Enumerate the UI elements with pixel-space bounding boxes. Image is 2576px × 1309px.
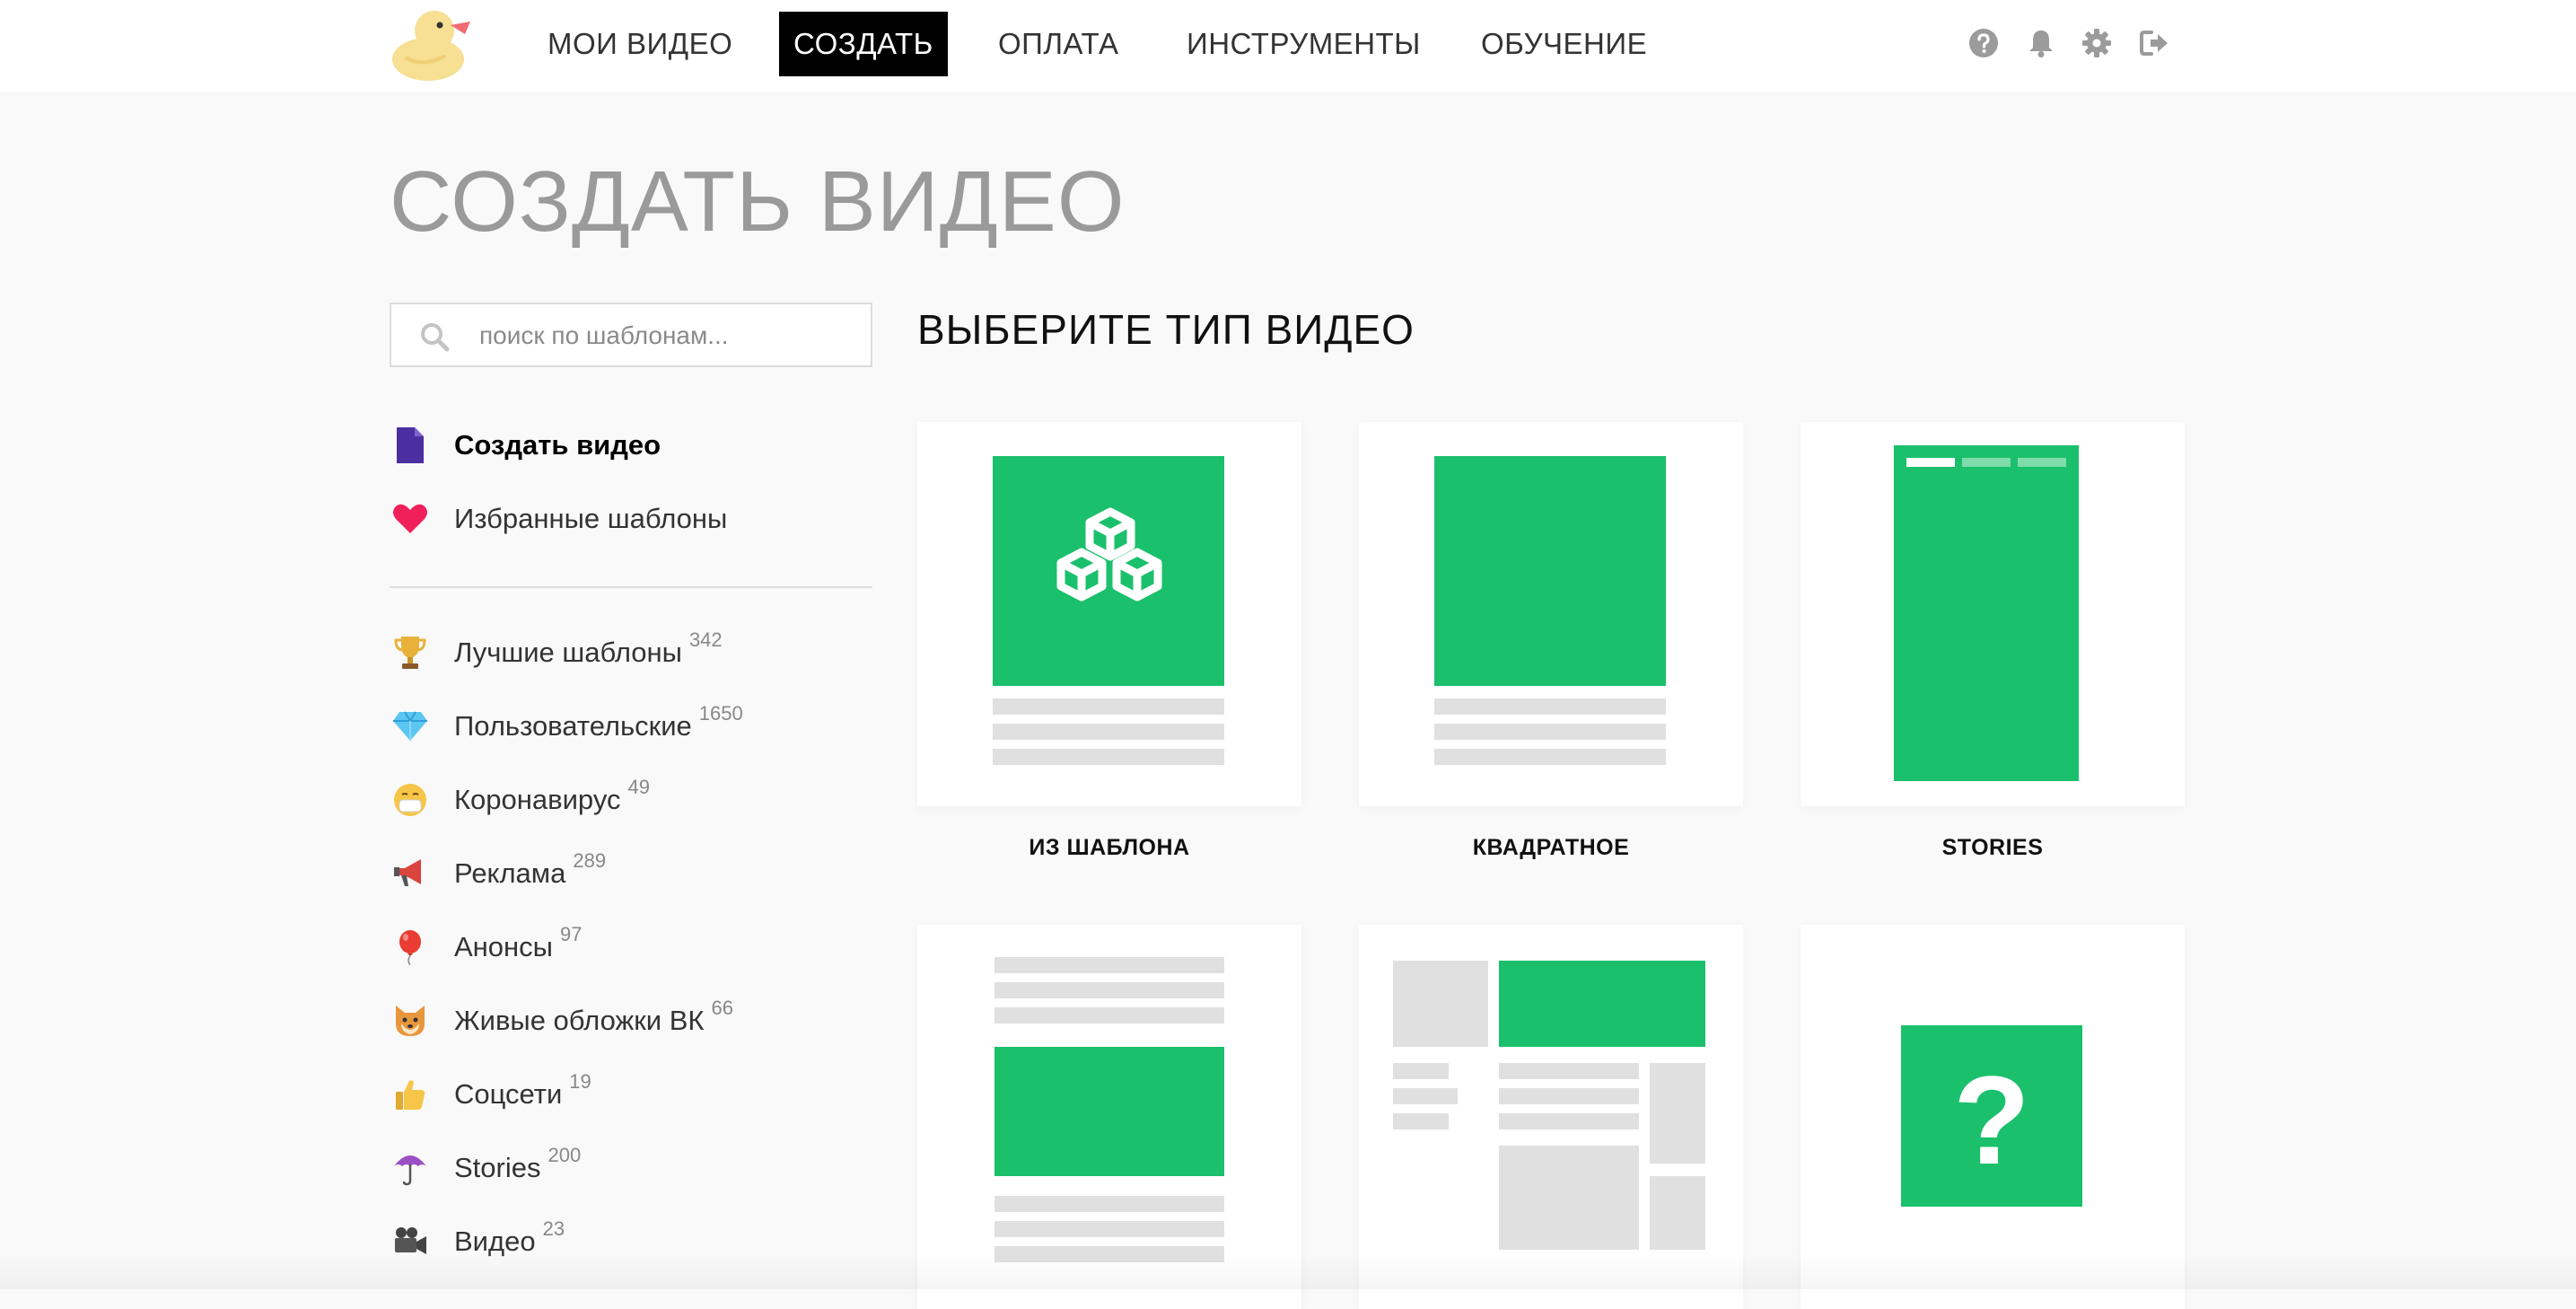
- category-stories[interactable]: Stories 200: [390, 1141, 581, 1195]
- stories-card-illustration: [1894, 445, 2079, 781]
- category-count: 200: [548, 1144, 582, 1166]
- nav-my-videos[interactable]: МОИ ВИДЕО: [548, 12, 732, 76]
- category-count: 23: [542, 1217, 565, 1240]
- top-navbar: МОИ ВИДЕО СОЗДАТЬ ОПЛАТА ИНСТРУМЕНТЫ ОБУ…: [0, 0, 2576, 92]
- section-title: ВЫБЕРИТЕ ТИП ВИДЕО: [917, 306, 1415, 353]
- page-title: СОЗДАТЬ ВИДЕО: [390, 154, 1126, 250]
- video-type-card-stories[interactable]: [1801, 422, 2185, 806]
- diamond-icon: [390, 706, 431, 747]
- mask-face-icon: [390, 779, 431, 821]
- search-input[interactable]: [478, 304, 858, 367]
- gear-icon[interactable]: [2081, 27, 2113, 59]
- card-label-template: ИЗ ШАБЛОНА: [1029, 835, 1190, 860]
- nav-tools[interactable]: ИНСТРУМЕНТЫ: [1187, 12, 1421, 76]
- bell-icon[interactable]: [2025, 27, 2057, 59]
- category-label: Пользовательские: [454, 710, 692, 742]
- document-icon: [390, 425, 431, 466]
- search-icon: [421, 323, 450, 352]
- question-card-illustration: ?: [1901, 1025, 2082, 1207]
- category-count: 66: [711, 997, 733, 1019]
- category-best-templates[interactable]: Лучшие шаблоны 342: [390, 626, 723, 680]
- category-advertising[interactable]: Реклама 289: [390, 847, 606, 900]
- category-label: Реклама: [454, 857, 566, 889]
- category-label: Анонсы: [454, 931, 553, 962]
- category-label: Лучшие шаблоны: [454, 637, 682, 668]
- horizontal-card-illustration: [994, 957, 1224, 1262]
- category-count: 1650: [698, 702, 743, 725]
- category-label: Живые обложки ВК: [454, 1005, 705, 1036]
- category-label: Stories: [454, 1152, 541, 1183]
- heart-icon: [390, 498, 431, 540]
- category-announcements[interactable]: Анонсы 97: [390, 920, 582, 974]
- video-type-card-template[interactable]: [917, 422, 1301, 806]
- bottom-shadow: [0, 1253, 2576, 1289]
- video-type-card-other[interactable]: ?: [1801, 925, 2185, 1309]
- nav-learning[interactable]: ОБУЧЕНИЕ: [1481, 12, 1647, 76]
- video-type-card-feed[interactable]: [1359, 925, 1743, 1309]
- thumbs-up-icon: [390, 1074, 431, 1115]
- shiba-icon: [390, 1000, 431, 1041]
- sidebar-item-label: Избранные шаблоны: [454, 503, 728, 534]
- category-vk-covers[interactable]: Живые обложки ВК 66: [390, 994, 733, 1048]
- umbrella-icon: [390, 1147, 431, 1189]
- question-mark-icon: ?: [1953, 1050, 2030, 1190]
- card-label-stories: STORIES: [1941, 835, 2044, 860]
- card-label-square: КВАДРАТНОЕ: [1472, 835, 1630, 860]
- sidebar-divider: [390, 586, 872, 588]
- category-count: 97: [559, 923, 583, 945]
- sidebar-item-label: Создать видео: [454, 429, 662, 461]
- logout-icon[interactable]: [2138, 27, 2170, 59]
- feed-card-illustration: [1393, 961, 1705, 1250]
- sidebar-item-favorites[interactable]: Избранные шаблоны: [390, 492, 727, 546]
- category-label: Коронавирус: [454, 784, 621, 815]
- video-type-card-horizontal[interactable]: [917, 925, 1301, 1309]
- category-count: 289: [573, 849, 607, 872]
- square-card-illustration: [1434, 456, 1666, 765]
- template-search-box[interactable]: [390, 303, 872, 367]
- category-count: 19: [569, 1070, 591, 1093]
- nav-create[interactable]: СОЗДАТЬ: [779, 12, 948, 76]
- nav-payment[interactable]: ОПЛАТА: [998, 12, 1119, 76]
- duck-logo-icon[interactable]: [388, 4, 478, 83]
- category-label: Соцсети: [454, 1078, 563, 1110]
- trophy-icon: [390, 632, 431, 673]
- sidebar-item-create-video[interactable]: Создать видео: [390, 418, 661, 472]
- help-icon[interactable]: [1967, 27, 2000, 59]
- category-user-templates[interactable]: Пользовательские 1650: [390, 699, 743, 753]
- category-count: 49: [627, 776, 650, 798]
- category-social[interactable]: Соцсети 19: [390, 1067, 591, 1121]
- category-coronavirus[interactable]: Коронавирус 49: [390, 773, 650, 827]
- category-count: 342: [688, 628, 723, 651]
- video-type-card-square[interactable]: [1359, 422, 1743, 806]
- balloon-icon: [390, 927, 431, 968]
- template-card-illustration: [993, 456, 1224, 765]
- megaphone-icon: [390, 853, 431, 894]
